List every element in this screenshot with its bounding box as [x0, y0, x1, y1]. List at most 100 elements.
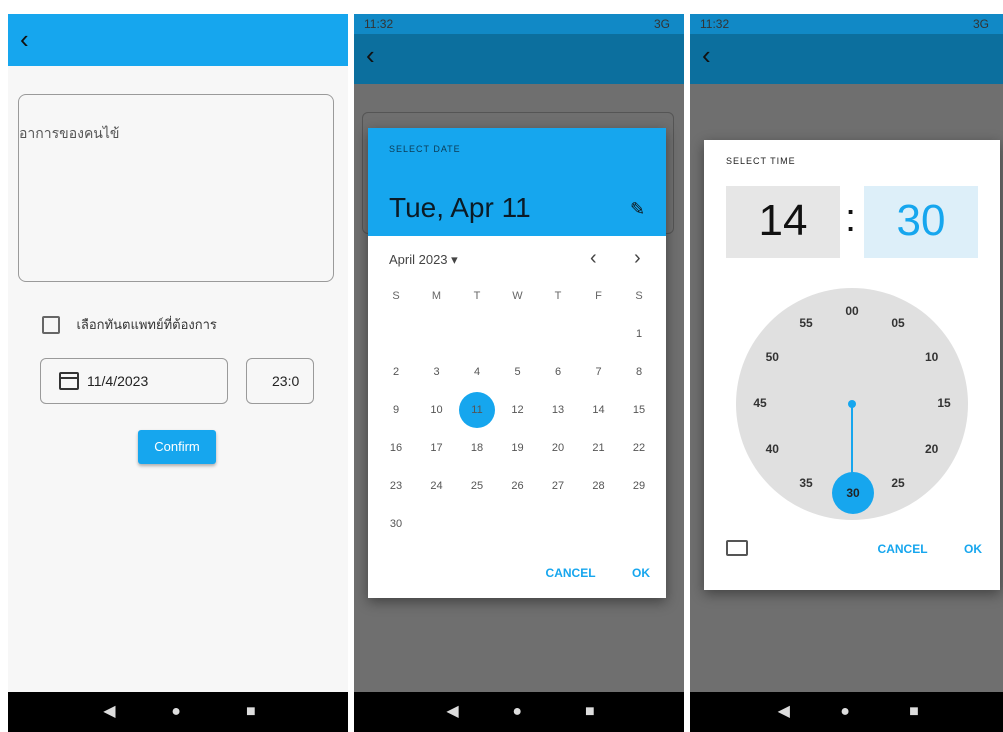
nav-back-icon[interactable]: ◀ [446, 704, 458, 720]
nav-recent-icon[interactable]: ■ [246, 704, 256, 720]
minute-display[interactable]: 30 [864, 186, 978, 258]
symptom-textarea[interactable]: อาการของคนไข้ [18, 94, 334, 282]
date-value: 11/4/2023 [87, 373, 149, 389]
clock-minute-label[interactable]: 45 [748, 396, 772, 410]
day-cell[interactable]: 16 [376, 442, 416, 454]
day-cell[interactable]: 17 [417, 442, 457, 454]
status-time: 11:32 [364, 17, 394, 31]
day-cell[interactable]: 27 [538, 480, 578, 492]
day-cell[interactable]: 13 [538, 404, 578, 416]
day-cell[interactable]: 12 [498, 404, 538, 416]
date-dialog: SELECT DATE Tue, Apr 11 ✎ April 2023 ▾ ‹… [368, 128, 666, 598]
weekday-header: F [595, 290, 602, 302]
back-arrow-icon: ‹ [366, 40, 375, 70]
time-picker-screen: 11:32 3G ‹ SELECT TIME 14 : 30 00 05 10 15 2… [690, 14, 1003, 732]
clock-minute-label[interactable]: 55 [794, 316, 818, 330]
nav-recent-icon[interactable]: ■ [909, 704, 919, 720]
form-screen: ‹ อาการของคนไข้ เลือกทันตแพทย์ที่ต้องการ… [8, 14, 348, 732]
day-cell[interactable]: 9 [376, 404, 416, 416]
minute-value: 30 [896, 196, 946, 245]
status-signal: 3G [653, 17, 670, 31]
day-cell[interactable]: 28 [579, 480, 619, 492]
day-cell[interactable]: 21 [579, 442, 619, 454]
weekday-header: M [431, 290, 442, 302]
day-cell[interactable]: 6 [538, 366, 578, 378]
nav-home-icon[interactable]: ● [840, 704, 850, 720]
nav-bar: ◀ ● ■ [690, 692, 1003, 732]
time-value: 23:0 [272, 373, 300, 389]
day-cell[interactable]: 23 [376, 480, 416, 492]
next-month-icon[interactable]: › [634, 248, 641, 268]
symptom-label: อาการของคนไข้ [19, 125, 120, 141]
cancel-button[interactable]: CANCEL [546, 566, 596, 580]
day-cell[interactable]: 24 [417, 480, 457, 492]
clock-minute-label[interactable]: 20 [920, 442, 944, 456]
day-cell[interactable]: 30 [376, 518, 416, 530]
nav-back-icon[interactable]: ◀ [778, 704, 790, 720]
day-cell[interactable]: 11 [457, 404, 497, 416]
day-cell[interactable]: 3 [417, 366, 457, 378]
select-date-label: SELECT DATE [389, 144, 461, 154]
weekday-header: T [473, 290, 481, 302]
edit-pencil-icon[interactable]: ✎ [630, 200, 648, 218]
date-picker-screen: 11:32 3G ‹ SELECT DATE Tue, Apr 11 ✎ Apr… [354, 14, 684, 732]
hour-value: 14 [758, 196, 808, 245]
day-cell[interactable]: 18 [457, 442, 497, 454]
date-field[interactable]: 11/4/2023 [40, 358, 228, 404]
month-selector[interactable]: April 2023 ▾ [389, 252, 458, 268]
nav-home-icon[interactable]: ● [171, 704, 181, 720]
nav-home-icon[interactable]: ● [512, 704, 522, 720]
keyboard-icon[interactable] [726, 540, 748, 556]
clock-minute-label[interactable]: 10 [920, 350, 944, 364]
day-cell[interactable]: 7 [579, 366, 619, 378]
clock-minute-label[interactable]: 05 [886, 316, 910, 330]
day-cell[interactable]: 8 [619, 366, 659, 378]
day-cell[interactable]: 20 [538, 442, 578, 454]
ok-button[interactable]: OK [632, 566, 650, 580]
day-cell[interactable]: 14 [579, 404, 619, 416]
weekday-header: S [392, 290, 400, 302]
day-cell[interactable]: 5 [498, 366, 538, 378]
weekday-header: W [512, 290, 523, 302]
cancel-button[interactable]: CANCEL [878, 542, 928, 556]
clock-minute-label[interactable]: 15 [932, 396, 956, 410]
checkbox-label: เลือกทันตแพทย์ที่ต้องการ [76, 317, 217, 332]
selected-date: Tue, Apr 11 [389, 192, 531, 223]
confirm-button[interactable]: Confirm [138, 430, 216, 464]
time-field[interactable]: 23:0 [246, 358, 314, 404]
day-cell[interactable]: 22 [619, 442, 659, 454]
day-cell[interactable]: 4 [457, 366, 497, 378]
ok-button[interactable]: OK [964, 542, 982, 556]
day-cell[interactable]: 26 [498, 480, 538, 492]
back-arrow-icon[interactable]: ‹ [20, 24, 46, 54]
clock-minute-label[interactable]: 50 [760, 350, 784, 364]
time-separator: : [845, 196, 857, 240]
weekday-header: S [635, 290, 643, 302]
selected-minute[interactable]: 30 [832, 472, 874, 514]
checkbox[interactable] [42, 315, 60, 334]
day-cell[interactable]: 2 [376, 366, 416, 378]
status-time: 11:32 [700, 17, 730, 31]
day-cell[interactable]: 25 [457, 480, 497, 492]
weekday-header: T [554, 290, 562, 302]
time-dialog: SELECT TIME 14 : 30 00 05 10 15 20 25 30 35 40 45… [704, 140, 1000, 590]
day-cell[interactable]: 10 [417, 404, 457, 416]
previous-month-icon[interactable]: ‹ [590, 248, 597, 268]
status-bar: 11:32 3G [690, 14, 1003, 34]
hour-display[interactable]: 14 [726, 186, 840, 258]
day-cell[interactable]: 1 [619, 328, 659, 340]
nav-back-icon[interactable]: ◀ [103, 704, 115, 720]
nav-bar: ◀ ● ■ [354, 692, 684, 732]
day-cell[interactable]: 29 [619, 480, 659, 492]
dentist-checkbox-row[interactable]: เลือกทันตแพทย์ที่ต้องการ [42, 314, 217, 335]
day-cell[interactable]: 15 [619, 404, 659, 416]
nav-recent-icon[interactable]: ■ [585, 704, 595, 720]
dimmed-app-bar: ‹ [690, 34, 1003, 84]
clock-minute-label[interactable]: 25 [886, 476, 910, 490]
calendar-icon [59, 372, 79, 390]
clock-minute-label[interactable]: 35 [794, 476, 818, 490]
day-cell[interactable]: 19 [498, 442, 538, 454]
clock-dial[interactable]: 00 05 10 15 20 25 30 35 40 45 50 55 [736, 288, 968, 520]
clock-minute-label[interactable]: 00 [840, 304, 864, 318]
clock-minute-label[interactable]: 40 [760, 442, 784, 456]
